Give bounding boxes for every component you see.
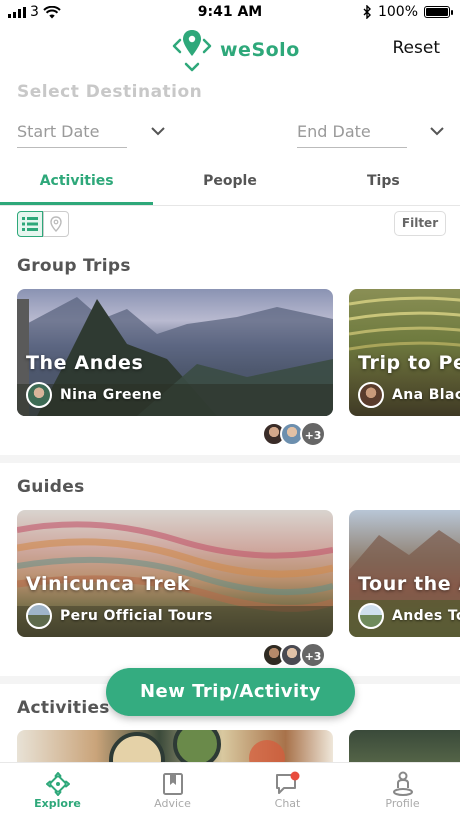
card-owner: Andes To — [358, 603, 460, 629]
new-trip-activity-button[interactable]: New Trip/Activity — [106, 668, 355, 716]
avatar — [358, 382, 384, 408]
active-tab-indicator — [0, 202, 153, 205]
nav-label: Advice — [154, 797, 191, 810]
participants-more-badge: +3 — [300, 421, 326, 447]
owner-name: Nina Greene — [60, 387, 163, 403]
participants-group[interactable]: +3 — [262, 642, 326, 668]
status-bar: 3 9:41 AM 100% — [0, 0, 460, 26]
card-title: Tour the A — [358, 573, 460, 595]
card-owner: Nina Greene — [26, 382, 162, 408]
nav-label: Chat — [274, 797, 301, 810]
avatar — [358, 603, 384, 629]
section-divider — [0, 455, 460, 463]
brand-logo: weSolo — [170, 28, 300, 72]
nav-item-advice[interactable]: Advice — [115, 763, 230, 818]
owner-name: Andes To — [392, 608, 460, 624]
activities-title: Activities — [17, 698, 110, 718]
chat-icon — [274, 771, 302, 797]
end-date-field[interactable]: End Date — [297, 122, 407, 148]
compass-icon — [45, 771, 71, 797]
notification-dot — [290, 771, 299, 781]
person-pin-icon — [392, 771, 414, 797]
participants-more-badge: +3 — [300, 642, 326, 668]
start-date-chevron-down-icon[interactable] — [150, 120, 166, 141]
battery-group: 100% — [363, 4, 453, 20]
avatar — [26, 603, 52, 629]
owner-name: Peru Official Tours — [60, 608, 213, 624]
tab-people[interactable]: People — [153, 170, 306, 205]
bluetooth-icon — [363, 5, 371, 19]
reset-button[interactable]: Reset — [393, 38, 441, 58]
card-title: The Andes — [26, 352, 144, 374]
start-date-field[interactable]: Start Date — [17, 122, 127, 148]
battery-icon — [424, 6, 453, 18]
card-owner: Ana Black — [358, 382, 460, 408]
group-trips-title: Group Trips — [17, 256, 131, 276]
guide-card-vinicunca-trek[interactable]: Vinicunca Trek Peru Official Tours — [17, 510, 333, 637]
brand-name: weSolo — [220, 39, 300, 61]
battery-percent: 100% — [377, 4, 418, 20]
card-owner: Peru Official Tours — [26, 603, 213, 629]
book-icon — [162, 771, 184, 797]
list-view-button[interactable] — [17, 211, 43, 237]
nav-item-explore[interactable]: Explore — [0, 763, 115, 818]
guide-card-tour-the-andes[interactable]: Tour the A Andes To — [349, 510, 460, 637]
guides-title: Guides — [17, 477, 85, 497]
trip-card-the-andes[interactable]: The Andes Nina Greene — [17, 289, 333, 416]
nav-label: Profile — [385, 797, 420, 810]
participants-group[interactable]: +3 — [262, 421, 326, 447]
wesolo-logo-icon — [172, 30, 212, 72]
nav-label: Explore — [34, 797, 81, 810]
filter-button[interactable]: Filter — [394, 211, 446, 236]
nav-item-chat[interactable]: Chat — [230, 763, 345, 818]
map-view-button[interactable] — [43, 211, 69, 237]
bottom-nav: Explore Advice Chat Profile — [0, 762, 460, 818]
trip-card-trip-to-peru[interactable]: Trip to Per Ana Black — [349, 289, 460, 416]
view-toggle — [17, 211, 69, 237]
map-pin-icon — [50, 216, 62, 232]
list-icon — [22, 217, 38, 231]
avatar — [26, 382, 52, 408]
tab-bar: Activities People Tips — [0, 170, 460, 206]
tab-tips[interactable]: Tips — [307, 170, 460, 205]
end-date-chevron-down-icon[interactable] — [429, 120, 445, 141]
select-destination-title[interactable]: Select Destination — [17, 82, 202, 102]
owner-name: Ana Black — [392, 387, 460, 403]
card-title: Vinicunca Trek — [26, 573, 191, 595]
nav-item-profile[interactable]: Profile — [345, 763, 460, 818]
card-title: Trip to Per — [358, 352, 460, 374]
tab-activities[interactable]: Activities — [0, 170, 153, 205]
app-header: weSolo Reset — [0, 26, 460, 72]
